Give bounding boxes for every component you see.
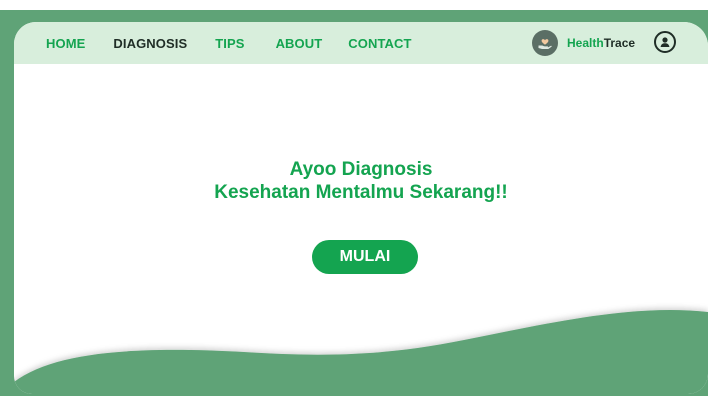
top-strip: [0, 0, 708, 10]
decorative-wave: [14, 310, 708, 394]
main-card: HOME DIAGNOSIS TIPS ABOUT CONTACT Health…: [14, 22, 708, 394]
